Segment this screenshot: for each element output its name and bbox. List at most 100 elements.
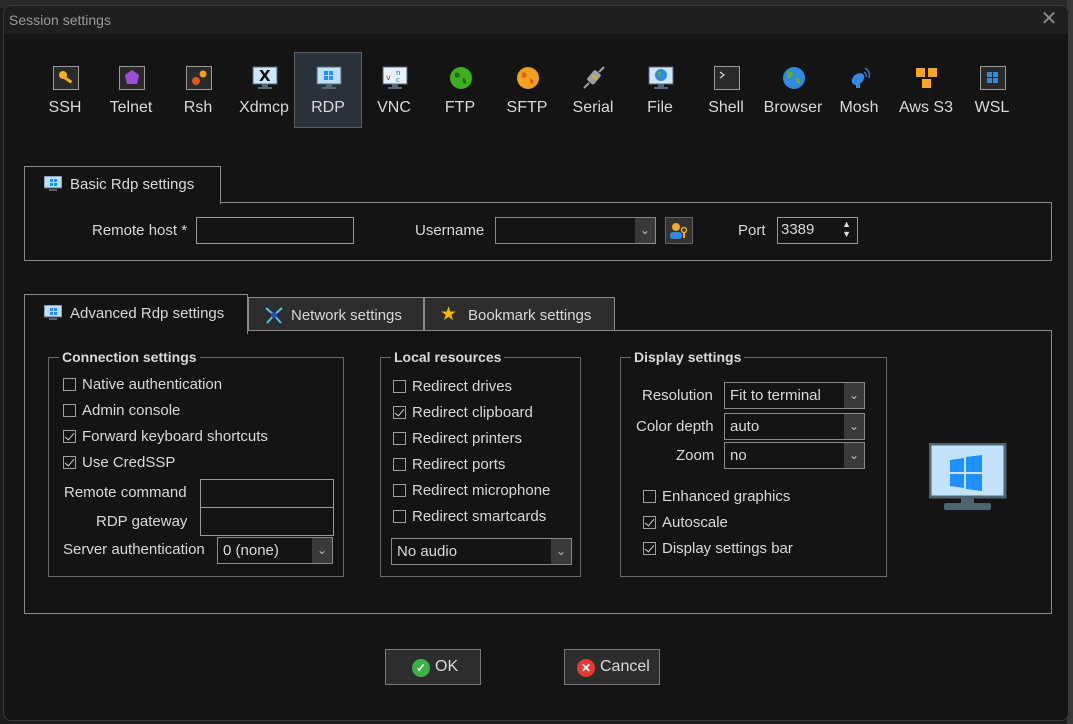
checkbox-box[interactable] [643, 490, 656, 503]
protocol-label: Aws S3 [899, 99, 953, 116]
checkbox-label: Native authentication [82, 376, 223, 393]
protocol-ftp[interactable]: FTP [427, 53, 493, 127]
protocol-sftp[interactable]: SFTP [494, 53, 560, 127]
close-icon[interactable]: ✕ [1038, 8, 1060, 30]
basic-settings-panel: Remote host * Username ⌄ Port 3389 ▲ ▼ [24, 202, 1052, 261]
protocol-label: Browser [763, 99, 823, 116]
protocol-wsl[interactable]: WSL [959, 53, 1025, 127]
x-monitor-icon: X [252, 66, 278, 90]
tab-label: Basic Rdp settings [70, 176, 195, 193]
tab-network-settings[interactable]: Network settings [248, 297, 424, 331]
user-credentials-button[interactable] [665, 217, 693, 244]
select-value: Fit to terminal [730, 387, 821, 404]
protocol-shell[interactable]: Shell [693, 53, 759, 127]
checkbox-label: Use CredSSP [82, 454, 176, 471]
protocol-serial[interactable]: Serial [560, 53, 626, 127]
audio-select[interactable]: No audio ⌄ [391, 538, 572, 565]
protocol-rsh[interactable]: Rsh [165, 53, 231, 127]
monitor-icon [43, 175, 63, 196]
checkbox-label: Display settings bar [662, 540, 793, 557]
protocol-label: Shell [708, 99, 744, 116]
windows-icon [980, 66, 1006, 90]
checkbox-box[interactable] [643, 542, 656, 555]
checkbox-label: Redirect ports [412, 456, 506, 473]
protocol-xdmcp[interactable]: X Xdmcp [231, 53, 297, 127]
monitor-icon [43, 304, 63, 325]
svg-text:c: c [396, 76, 400, 84]
checkbox-label: Redirect printers [412, 430, 523, 447]
chevron-down-icon[interactable]: ⌄ [312, 538, 332, 563]
protocol-label: FTP [444, 99, 476, 116]
title-bar: Session settings ✕ [4, 6, 1068, 34]
spin-arrows-icon[interactable]: ▲ ▼ [842, 219, 851, 239]
checkbox-label: Forward keyboard shortcuts [82, 428, 268, 445]
protocol-vnc[interactable]: vnc VNC [361, 53, 427, 127]
group-title: Display settings [634, 349, 742, 365]
tab-label: Network settings [291, 307, 402, 324]
protocol-label: Rsh [183, 99, 213, 116]
key-icon [53, 66, 79, 90]
port-stepper[interactable]: 3389 ▲ ▼ [777, 217, 858, 244]
svg-text:v: v [386, 73, 391, 82]
checkbox-box[interactable] [643, 516, 656, 529]
checkbox-box[interactable] [63, 430, 76, 443]
network-icon [264, 306, 284, 328]
checkbox-label: Enhanced graphics [662, 488, 791, 505]
remote-command-label: Remote command [64, 484, 187, 501]
server-authentication-select[interactable]: 0 (none) ⌄ [217, 537, 333, 564]
protocol-telnet[interactable]: Telnet [98, 53, 164, 127]
tab-basic-rdp-settings[interactable]: Basic Rdp settings [24, 166, 221, 204]
checkbox-box[interactable] [393, 458, 406, 471]
protocol-label: Serial [572, 99, 614, 116]
resolution-select[interactable]: Fit to terminal ⌄ [724, 382, 865, 409]
star-icon: ★ [440, 304, 458, 325]
protocol-ssh[interactable]: SSH [32, 53, 98, 127]
check-icon: ✓ [412, 659, 430, 677]
chevron-down-icon[interactable]: ⌄ [551, 539, 571, 564]
cubes-icon [914, 66, 940, 90]
tab-bookmark-settings[interactable]: ★ Bookmark settings [424, 297, 615, 331]
dialog-title: Session settings [9, 12, 111, 28]
protocol-mosh[interactable]: Mosh [826, 53, 892, 127]
chevron-down-icon[interactable]: ⌄ [844, 383, 864, 408]
gears-icon [186, 66, 212, 90]
checkbox-label: Redirect smartcards [412, 508, 547, 525]
checkbox-box[interactable] [393, 432, 406, 445]
checkbox-box[interactable] [63, 456, 76, 469]
satellite-dish-icon [847, 66, 873, 90]
protocol-file[interactable]: File [627, 53, 693, 127]
rdp-gateway-input[interactable] [200, 507, 334, 536]
checkbox-label: Redirect microphone [412, 482, 551, 499]
checkbox-box[interactable] [393, 484, 406, 497]
checkbox-box[interactable] [393, 406, 406, 419]
checkbox-box[interactable] [393, 380, 406, 393]
checkbox-label: Redirect clipboard [412, 404, 533, 421]
globe-monitor-icon [648, 66, 674, 90]
chevron-down-icon[interactable]: ⌄ [844, 414, 864, 439]
chevron-down-icon[interactable]: ⌄ [844, 443, 864, 468]
select-value: auto [730, 418, 760, 435]
protocol-browser[interactable]: Browser [760, 53, 826, 127]
cancel-button[interactable]: ✕ Cancel [564, 649, 660, 685]
ok-label: OK [435, 658, 459, 675]
remote-host-input[interactable] [196, 217, 354, 244]
username-select[interactable]: ⌄ [495, 217, 656, 244]
checkbox-box[interactable] [393, 510, 406, 523]
remote-command-input[interactable] [200, 479, 334, 508]
group-title: Local resources [394, 349, 502, 365]
zoom-select[interactable]: no ⌄ [724, 442, 865, 469]
ok-button[interactable]: ✓ OK [385, 649, 481, 685]
svg-text:X: X [259, 67, 271, 85]
checkbox-box[interactable] [63, 378, 76, 391]
protocol-aws-s3[interactable]: Aws S3 [893, 53, 959, 127]
user-key-icon [670, 223, 688, 239]
vnc-monitor-icon: vnc [382, 66, 408, 90]
zoom-label: Zoom [676, 447, 715, 464]
group-title: Connection settings [62, 349, 197, 365]
tab-advanced-rdp-settings[interactable]: Advanced Rdp settings [24, 294, 248, 334]
chevron-down-icon[interactable]: ⌄ [635, 218, 655, 243]
protocol-label: Xdmcp [239, 99, 289, 116]
checkbox-box[interactable] [63, 404, 76, 417]
protocol-rdp[interactable]: RDP [294, 52, 362, 128]
color-depth-select[interactable]: auto ⌄ [724, 413, 865, 440]
